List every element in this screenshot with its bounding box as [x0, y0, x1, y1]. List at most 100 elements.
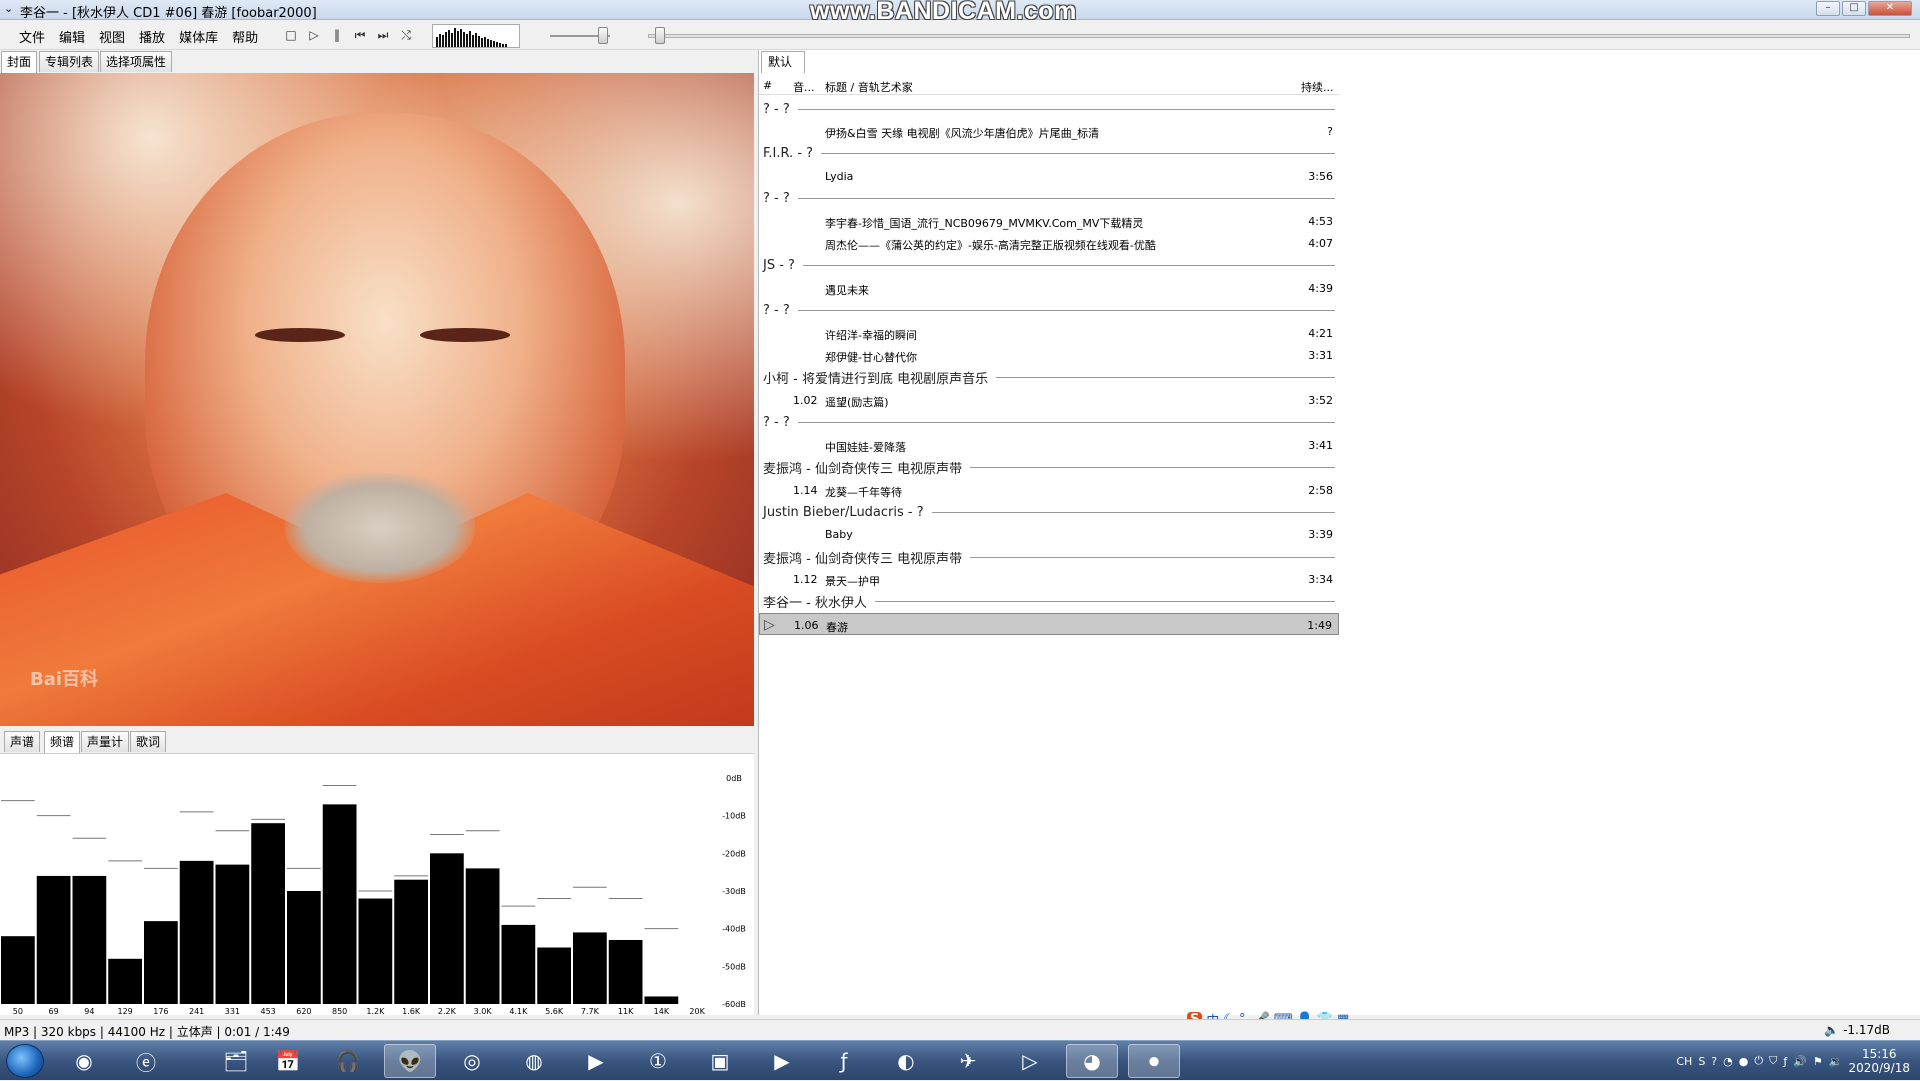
clock-time: 15:16: [1861, 1047, 1897, 1061]
menu-library[interactable]: 媒体库: [172, 20, 225, 53]
volume-tray-icon[interactable]: 🔉: [1829, 1055, 1843, 1068]
colorful-app-icon[interactable]: ◉: [58, 1044, 110, 1078]
headphones-icon[interactable]: 🎧: [322, 1044, 374, 1078]
playlist-row[interactable]: Baby 3:39: [759, 523, 1339, 545]
network-icon[interactable]: ◔: [1723, 1055, 1733, 1068]
column-title[interactable]: 标题 / 音轨艺术家: [825, 79, 913, 95]
tab-album-list[interactable]: 专辑列表: [39, 51, 100, 72]
playlist-row[interactable]: 郑伊健-甘心替代你 3:31: [759, 344, 1339, 366]
playlist-group-header[interactable]: 李谷一 - 秋水伊人: [759, 591, 1339, 613]
playlist-row[interactable]: 中国娃娃-爱降落 3:41: [759, 434, 1339, 456]
player-icon[interactable]: ▶: [570, 1044, 622, 1078]
tab-cover[interactable]: 封面: [1, 51, 38, 73]
flash-icon[interactable]: ƒ: [818, 1044, 870, 1078]
menu-file[interactable]: 文件: [12, 20, 52, 53]
seek-bar[interactable]: [648, 34, 1910, 38]
playlist-row-now-playing[interactable]: ▷ 1.06 春游 1:49: [759, 612, 1339, 636]
playlist-row[interactable]: 李宇春-珍惜_国语_流行_NCB09679_MVMKV.Com_MV下载精灵 4:…: [759, 210, 1339, 232]
track-title: 许绍洋-幸福的瞬间: [825, 328, 917, 342]
tab-lyrics[interactable]: 歌词: [130, 731, 167, 752]
language-indicator[interactable]: CH: [1676, 1055, 1692, 1068]
system-clock[interactable]: 15:16 2020/9/18: [1848, 1047, 1910, 1075]
pause-icon[interactable]: ‖: [328, 27, 346, 43]
playlist-row[interactable]: 伊扬&白雪 天缘 电视剧《风流少年唐伯虎》片尾曲_标清?: [759, 120, 1339, 142]
bird-app-icon[interactable]: ✈: [942, 1044, 994, 1078]
maximize-button[interactable]: □: [1842, 1, 1866, 16]
netease-music-icon[interactable]: ◎: [446, 1044, 498, 1078]
ie-browser-icon[interactable]: ⓔ: [120, 1044, 172, 1078]
playlist-group-header[interactable]: 小柯 - 将爱情进行到底 电视剧原声音乐: [759, 367, 1339, 389]
iqiyi-icon[interactable]: ▣: [694, 1044, 746, 1078]
menu-edit[interactable]: 编辑: [52, 20, 92, 53]
app-1-icon[interactable]: ①: [632, 1044, 684, 1078]
playlist-group-header[interactable]: ? - ?: [759, 98, 1339, 120]
playlist-row[interactable]: 遇见未来 4:39: [759, 277, 1339, 299]
help-icon[interactable]: ?: [1711, 1055, 1717, 1068]
volume-slider-knob[interactable]: [598, 27, 608, 44]
frequency-tick-label: 2.2K: [438, 1007, 457, 1016]
close-button[interactable]: ✕: [1868, 1, 1912, 16]
volume-readout[interactable]: 🔈 -1.17dB: [1824, 1023, 1890, 1037]
playlist-row[interactable]: 许绍洋-幸福的瞬间 4:21: [759, 322, 1339, 344]
menu-help[interactable]: 帮助: [225, 20, 265, 53]
flag-icon[interactable]: ⚑: [1813, 1055, 1823, 1068]
playlist-group-header[interactable]: 麦振鸿 - 仙剑奇侠传三 电视原声带: [759, 546, 1339, 568]
start-button[interactable]: [6, 1044, 44, 1078]
power-icon[interactable]: ⏻: [1754, 1054, 1763, 1068]
playlist-row[interactable]: 周杰伦——《蒲公英的约定》-娱乐-高清完整正版视频在线观看-优酷 4:07: [759, 232, 1339, 254]
track-duration: 2:58: [1308, 483, 1333, 497]
column-number[interactable]: #: [763, 79, 772, 92]
playlist-group-header[interactable]: ? - ?: [759, 300, 1339, 322]
tab-spectrum[interactable]: 频谱: [44, 731, 81, 753]
group-title: 麦振鸿 - 仙剑奇侠传三 电视原声带: [763, 551, 963, 567]
sogou-tray-icon[interactable]: S: [1698, 1055, 1705, 1068]
random-icon[interactable]: ⤭: [397, 27, 415, 43]
playlist-row[interactable]: 1.14 龙葵—千年等待 2:58: [759, 479, 1339, 501]
menu-playback[interactable]: 播放: [132, 20, 172, 53]
db-tick-label: -60dB: [722, 1000, 746, 1009]
green-app-icon[interactable]: ◕: [1066, 1044, 1118, 1078]
group-divider: [874, 601, 1335, 603]
record-icon[interactable]: ●: [1739, 1055, 1749, 1068]
flash-tray-icon[interactable]: ƒ: [1783, 1055, 1787, 1068]
visualization-tabs: 声谱 频谱 声量计 歌词: [4, 731, 167, 753]
group-divider: [797, 422, 1335, 424]
play-icon[interactable]: ▷: [305, 27, 323, 43]
foobar-app-icon[interactable]: ⌄: [4, 3, 16, 15]
spectrum-analyzer: 0dB -10dB -20dB -30dB -40dB -50dB -60dB 50 69 94 1…: [0, 753, 754, 1016]
playlist-group-header[interactable]: Justin Bieber/Ludacris - ?: [759, 501, 1339, 523]
playlist-row[interactable]: 1.12 景天—护甲 3:34: [759, 568, 1339, 590]
playlist-group-header[interactable]: ? - ?: [759, 411, 1339, 433]
playlist-group-header[interactable]: 麦振鸿 - 仙剑奇侠传三 电视原声带: [759, 456, 1339, 478]
tab-selection-properties[interactable]: 选择项属性: [100, 51, 173, 72]
column-track[interactable]: 音...: [793, 79, 815, 95]
folder-icon[interactable]: 🗂: [210, 1044, 262, 1078]
playlist-group-header[interactable]: JS - ?: [759, 255, 1339, 277]
youku-icon[interactable]: ▶: [756, 1044, 808, 1078]
calendar-icon[interactable]: 📅: [262, 1044, 314, 1078]
playlist-group-header[interactable]: ? - ?: [759, 188, 1339, 210]
playlist-row[interactable]: Lydia 3:56: [759, 165, 1339, 187]
shield-icon[interactable]: ⛉: [1769, 1054, 1777, 1068]
speaker-icon[interactable]: 🔊: [1793, 1055, 1807, 1068]
menu-view[interactable]: 视图: [92, 20, 132, 53]
tab-default-playlist[interactable]: 默认: [761, 51, 806, 73]
next-icon[interactable]: ⏭: [374, 27, 392, 43]
foobar-taskbar-icon[interactable]: 👽: [384, 1044, 436, 1078]
status-text: MP3 | 320 kbps | 44100 Hz | 立体声 | 0:01 /…: [4, 1025, 290, 1039]
tab-peak-meter[interactable]: 声量计: [81, 731, 130, 752]
previous-icon[interactable]: ⏮: [351, 27, 369, 43]
minimize-button[interactable]: –: [1816, 1, 1840, 16]
seek-slider-knob[interactable]: [655, 27, 665, 44]
column-duration[interactable]: 持续...: [1301, 79, 1334, 95]
bandicam-record-icon[interactable]: ⏺: [1128, 1044, 1180, 1078]
playlist-row[interactable]: 1.02 遥望(励志篇) 3:52: [759, 389, 1339, 411]
tab-spectrogram[interactable]: 声谱: [4, 731, 41, 752]
chrome-icon[interactable]: ◐: [880, 1044, 932, 1078]
browser-360-icon[interactable]: ◍: [508, 1044, 560, 1078]
playlist-group-header[interactable]: F.I.R. - ?: [759, 143, 1339, 165]
stop-icon[interactable]: □: [282, 27, 300, 43]
track-title: 龙葵—千年等待: [825, 485, 902, 499]
frequency-tick-label: 3.0K: [474, 1007, 493, 1016]
video-player-icon[interactable]: ▷: [1004, 1044, 1056, 1078]
